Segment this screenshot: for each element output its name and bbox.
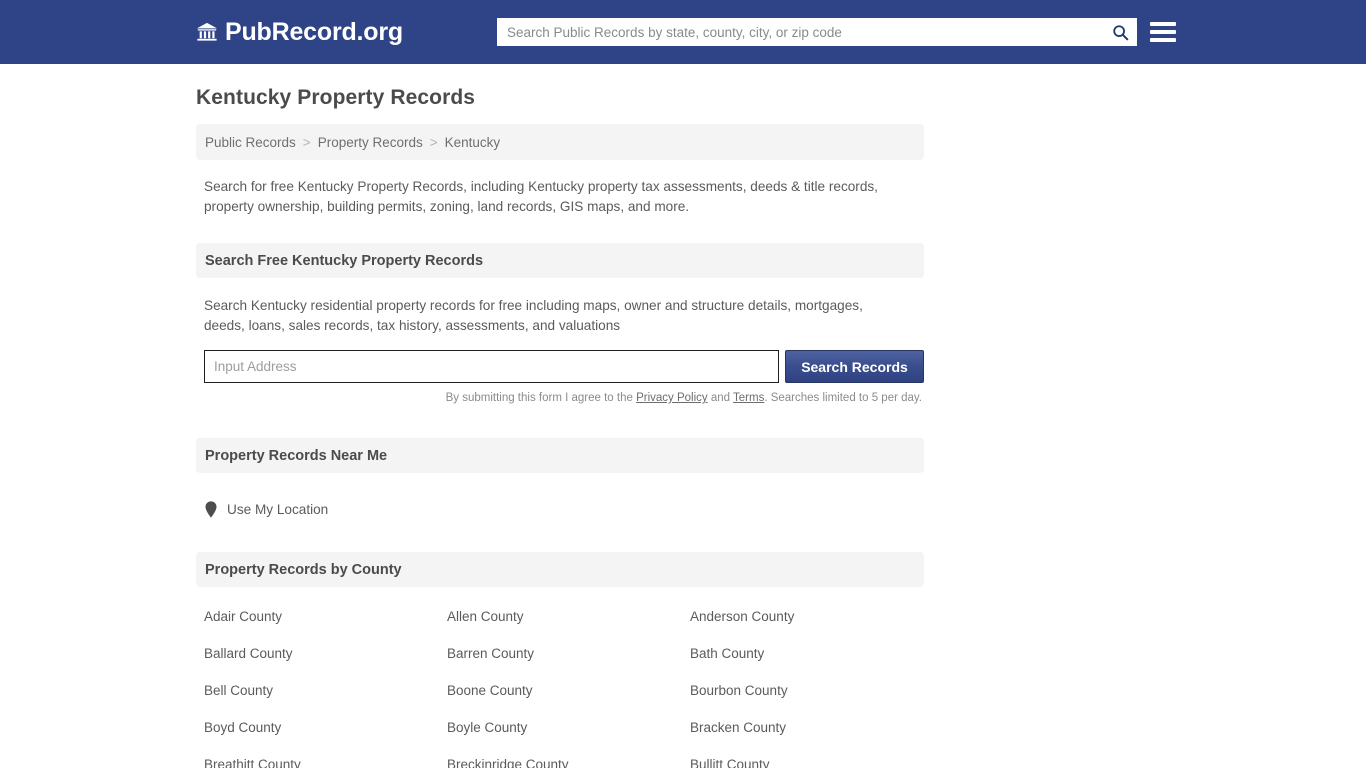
county-link[interactable]: Allen County — [447, 609, 524, 624]
county-section-heading: Property Records by County — [196, 552, 924, 587]
breadcrumb-separator: > — [302, 134, 311, 150]
county-link[interactable]: Bell County — [204, 683, 273, 698]
county-link[interactable]: Bracken County — [690, 720, 786, 735]
search-section-heading: Search Free Kentucky Property Records — [196, 243, 924, 278]
use-my-location-button[interactable]: Use My Location — [205, 501, 328, 518]
hamburger-bar — [1150, 30, 1176, 34]
address-search-form: Search Records — [204, 350, 924, 383]
main-content: Kentucky Property Records Public Records… — [196, 64, 924, 768]
map-pin-icon — [205, 501, 217, 518]
page-title: Kentucky Property Records — [196, 86, 476, 109]
county-link[interactable]: Adair County — [204, 609, 282, 624]
disclaimer-suffix: . Searches limited to 5 per day. — [764, 392, 922, 404]
search-section-description: Search Kentucky residential property rec… — [204, 298, 863, 333]
breadcrumb-item-kentucky[interactable]: Kentucky — [445, 135, 501, 150]
hamburger-menu-icon[interactable] — [1150, 18, 1176, 46]
county-link[interactable]: Boone County — [447, 683, 533, 698]
breadcrumb: Public Records > Property Records > Kent… — [196, 124, 924, 160]
breadcrumb-separator: > — [429, 134, 438, 150]
county-link[interactable]: Ballard County — [204, 646, 293, 661]
county-link[interactable]: Bath County — [690, 646, 764, 661]
global-search-button[interactable] — [1103, 18, 1137, 46]
county-link[interactable]: Bullitt County — [690, 757, 770, 768]
global-search-input[interactable] — [497, 18, 1103, 46]
address-input[interactable] — [204, 350, 779, 383]
breadcrumb-item-property-records[interactable]: Property Records — [318, 135, 423, 150]
hamburger-bar — [1150, 22, 1176, 26]
use-my-location-label: Use My Location — [227, 502, 329, 517]
global-search-box — [497, 18, 1137, 46]
county-link[interactable]: Bourbon County — [690, 683, 788, 698]
county-link[interactable]: Anderson County — [690, 609, 794, 624]
bank-building-icon — [196, 22, 218, 41]
site-logo-text: PubRecord.org — [225, 17, 403, 46]
magnifier-icon — [1112, 24, 1128, 40]
form-disclaimer: By submitting this form I agree to the P… — [196, 392, 922, 404]
search-records-button[interactable]: Search Records — [785, 350, 924, 383]
disclaimer-prefix: By submitting this form I agree to the — [445, 392, 637, 404]
site-logo-link[interactable]: PubRecord.org — [196, 18, 403, 47]
privacy-policy-link[interactable]: Privacy Policy — [636, 392, 708, 404]
county-link[interactable]: Barren County — [447, 646, 534, 661]
county-links-grid: Adair County Allen County Anderson County B… — [204, 609, 924, 768]
page-intro-text: Search for free Kentucky Property Record… — [204, 179, 878, 214]
county-link[interactable]: Breathitt County — [204, 757, 301, 768]
disclaimer-mid: and — [707, 392, 734, 404]
terms-link[interactable]: Terms — [733, 392, 764, 404]
county-link[interactable]: Breckinridge County — [447, 757, 569, 768]
hamburger-bar — [1150, 38, 1176, 42]
top-navigation-bar: PubRecord.org — [0, 0, 1366, 64]
breadcrumb-item-public-records[interactable]: Public Records — [205, 135, 296, 150]
county-link[interactable]: Boyd County — [204, 720, 281, 735]
county-link[interactable]: Boyle County — [447, 720, 527, 735]
near-me-section-heading: Property Records Near Me — [196, 438, 924, 473]
